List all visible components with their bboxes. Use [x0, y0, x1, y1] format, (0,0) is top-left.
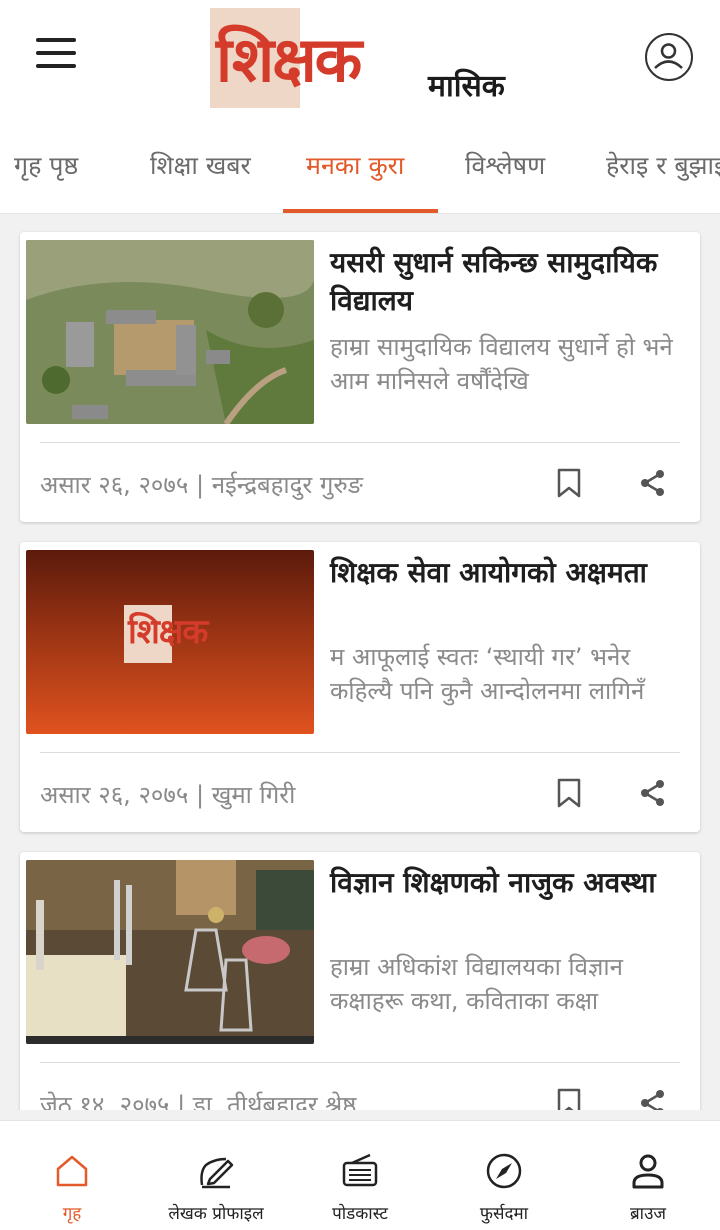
category-tabs: गृह पृष्ठ शिक्षा खबर मनका कुरा विश्लेषण …: [0, 120, 720, 214]
logo-text: शिक्षक: [216, 23, 362, 96]
person-icon: [632, 1154, 664, 1189]
nav-home-label: गृह: [62, 1204, 82, 1224]
nav-leisure-label: फुर्सदमा: [479, 1204, 529, 1224]
radio-icon: [342, 1153, 378, 1187]
bookmark-button[interactable]: [556, 468, 582, 498]
nav-podcast-label: पोडकास्ट: [332, 1204, 388, 1224]
bottom-navigation: गृह लेखक प्रोफाइल पोडकास्ट फुर्सदमा ब्रा…: [0, 1120, 720, 1230]
menu-icon-bar: [36, 38, 76, 42]
article-thumbnail: [26, 240, 314, 424]
card-divider: [40, 752, 680, 753]
article-excerpt: म आफूलाई स्वतः ‘स्थायी गर’ भनेर कहिल्यै …: [330, 643, 645, 705]
card-divider: [40, 442, 680, 443]
tab-home[interactable]: गृह पृष्ठ: [14, 148, 78, 182]
article-title[interactable]: विज्ञान शिक्षणको नाजुक अवस्था: [330, 864, 690, 902]
lab-equipment-image: [26, 860, 314, 1044]
share-icon: [641, 470, 664, 496]
tab-analysis[interactable]: विश्लेषण: [465, 148, 545, 182]
school-aerial-image: [26, 240, 314, 424]
article-meta: असार २६, २०७५ | नईन्द्रबहादुर गुरुङ: [40, 471, 363, 499]
thumbnail-logo-text: शिक्षक: [128, 612, 208, 652]
article-thumbnail: [26, 860, 314, 1044]
article-thumbnail: शिक्षक: [26, 550, 314, 734]
article-meta: असार २६, २०७५ | खुमा गिरी: [40, 781, 296, 809]
nav-browse-label: ब्राउज: [629, 1204, 667, 1224]
nav-podcast[interactable]: पोडकास्ट: [288, 1121, 432, 1230]
article-card[interactable]: यसरी सुधार्न सकिन्छ सामुदायिक विद्यालय ह…: [20, 232, 700, 522]
share-icon: [641, 780, 664, 806]
menu-icon-bar: [36, 51, 76, 55]
nav-browse[interactable]: ब्राउज: [576, 1121, 720, 1230]
tab-view-understand[interactable]: हेराइ र बुझाइ: [606, 148, 720, 182]
share-icon: [641, 1090, 664, 1110]
share-button[interactable]: [638, 468, 668, 498]
bookmark-icon: [557, 778, 581, 808]
bookmark-button[interactable]: [556, 778, 582, 808]
article-title[interactable]: यसरी सुधार्न सकिन्छ सामुदायिक विद्यालय: [330, 244, 690, 320]
article-excerpt: हाम्रा अधिकांश विद्यालयका विज्ञान कक्षाह…: [330, 953, 623, 1015]
card-divider: [40, 1062, 680, 1063]
nav-writer-profile-label: लेखक प्रोफाइल: [168, 1204, 264, 1224]
article-meta: जेठ १४, २०७५ | डा. तीर्थबहादुर श्रेष्ठ: [40, 1091, 357, 1110]
app-header: शिक्षक मासिक: [0, 0, 720, 120]
bookmark-icon: [557, 1088, 581, 1110]
article-card[interactable]: विज्ञान शिक्षणको नाजुक अवस्था हाम्रा अधि…: [20, 852, 700, 1110]
nav-leisure[interactable]: फुर्सदमा: [432, 1121, 576, 1230]
bookmark-icon: [557, 468, 581, 498]
nav-writer-profile[interactable]: लेखक प्रोफाइल: [144, 1121, 288, 1230]
article-feed[interactable]: यसरी सुधार्न सकिन्छ सामुदायिक विद्यालय ह…: [0, 214, 720, 1110]
nav-home[interactable]: गृह: [0, 1121, 144, 1230]
pen-icon: [200, 1157, 234, 1189]
compass-icon: [486, 1153, 522, 1189]
tab-heart-talk[interactable]: मनका कुरा: [306, 148, 404, 182]
article-excerpt: हाम्रा सामुदायिक विद्यालय सुधार्ने हो भन…: [330, 333, 673, 395]
profile-button[interactable]: [645, 33, 693, 81]
share-button[interactable]: [638, 778, 668, 808]
app-logo[interactable]: शिक्षक मासिक: [210, 8, 505, 108]
article-title[interactable]: शिक्षक सेवा आयोगको अक्षमता: [330, 554, 690, 592]
menu-button[interactable]: [36, 38, 76, 68]
logo-subtitle: मासिक: [428, 69, 505, 104]
article-card[interactable]: शिक्षक शिक्षक सेवा आयोगको अक्षमता म आफूल…: [20, 542, 700, 832]
user-icon: [654, 43, 683, 69]
share-button[interactable]: [638, 1088, 668, 1110]
home-icon: [56, 1155, 88, 1187]
tab-education-news[interactable]: शिक्षा खबर: [150, 148, 251, 182]
menu-icon-bar: [36, 64, 76, 68]
bookmark-button[interactable]: [556, 1088, 582, 1110]
